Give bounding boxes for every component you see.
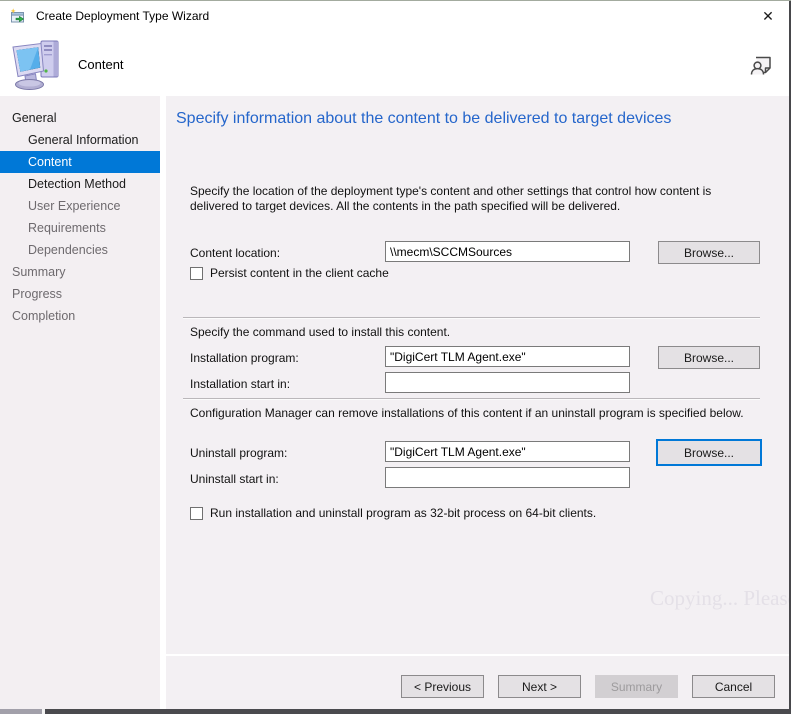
cancel-button[interactable]: Cancel (692, 675, 775, 698)
sidebar-item-summary: Summary (12, 265, 66, 279)
previous-button[interactable]: < Previous (401, 675, 484, 698)
content-location-label: Content location: (190, 246, 281, 260)
sidebar-item-progress: Progress (12, 287, 63, 301)
summary-button: Summary (595, 675, 678, 698)
wizard-header: Content (0, 31, 791, 96)
install-section-text: Specify the command used to install this… (190, 325, 451, 339)
uninstall-program-browse-button[interactable]: Browse... (656, 439, 762, 466)
installation-program-input[interactable] (385, 346, 630, 367)
section-divider-1 (183, 317, 760, 319)
run-32bit-label: Run installation and uninstall program a… (210, 506, 597, 520)
computer-icon (8, 35, 66, 93)
uninstall-start-in-label: Uninstall start in: (190, 472, 279, 486)
wizard-body: General General Information Content Dete… (0, 96, 791, 710)
content-form: Specify information about the content to… (166, 96, 791, 654)
sidebar-item-user-experience: User Experience (28, 199, 121, 213)
installation-program-label: Installation program: (190, 351, 299, 365)
sidebar-item-completion: Completion (12, 309, 76, 323)
page-title: Specify information about the content to… (176, 110, 672, 127)
run-32bit-row: Run installation and uninstall program a… (190, 506, 596, 520)
sidebar-item-general: General (12, 111, 57, 125)
sidebar-item-general-information[interactable]: General Information (0, 129, 160, 151)
intro-text: Specify the location of the deployment t… (190, 184, 712, 213)
title-bar: Create Deployment Type Wizard ✕ (0, 1, 791, 31)
sidebar-item-requirements: Requirements (28, 221, 106, 235)
window-title: Create Deployment Type Wizard (36, 9, 210, 23)
run-32bit-checkbox[interactable] (190, 506, 203, 520)
uninstall-start-in-input[interactable] (385, 467, 630, 488)
footer-buttons: < Previous Next > Summary Cancel (166, 656, 791, 710)
wizard-app-icon (10, 7, 27, 25)
main-panel: Specify information about the content to… (166, 96, 791, 710)
next-button[interactable]: Next > (498, 675, 581, 698)
persist-content-label: Persist content in the client cache (210, 266, 389, 280)
uninstall-section-text: Configuration Manager can remove install… (190, 406, 744, 420)
close-icon[interactable]: ✕ (753, 3, 783, 29)
installation-program-browse-button[interactable]: Browse... (658, 346, 760, 369)
copying-watermark: Copying... Please try (650, 586, 791, 610)
persist-content-row: Persist content in the client cache (190, 266, 389, 280)
feedback-icon[interactable] (748, 51, 775, 78)
sidebar-item-detection-method[interactable]: Detection Method (0, 173, 160, 195)
wizard-steps-sidebar: General General Information Content Dete… (0, 96, 160, 710)
uninstall-program-input[interactable] (385, 441, 630, 462)
window-bottom-edge (0, 709, 791, 714)
installation-start-in-input[interactable] (385, 372, 630, 393)
content-location-browse-button[interactable]: Browse... (658, 241, 760, 264)
uninstall-program-label: Uninstall program: (190, 446, 288, 460)
create-deployment-type-wizard-window: Create Deployment Type Wizard ✕ Content (0, 0, 791, 714)
persist-content-checkbox[interactable] (190, 266, 203, 280)
section-divider-2 (183, 398, 760, 400)
sidebar-item-content[interactable]: Content (0, 151, 160, 173)
installation-start-in-label: Installation start in: (190, 377, 291, 391)
content-location-input[interactable] (385, 241, 630, 262)
sidebar-item-dependencies: Dependencies (28, 243, 108, 257)
header-step-title: Content (78, 57, 124, 72)
